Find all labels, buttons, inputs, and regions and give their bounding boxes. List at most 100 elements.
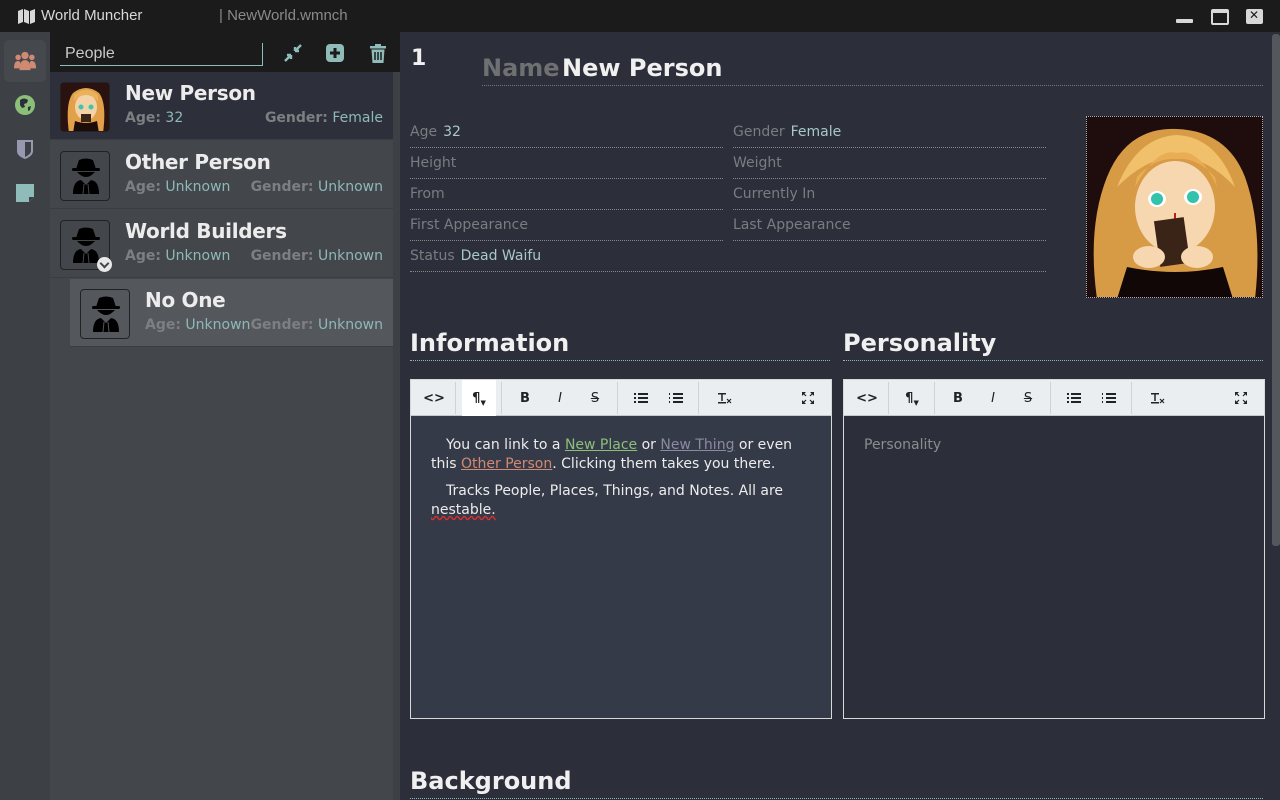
fullscreen-icon <box>1235 392 1247 404</box>
information-heading: Information <box>410 329 830 361</box>
rail-item-people[interactable] <box>4 40 46 82</box>
item-name: Other Person <box>125 150 271 174</box>
spy-icon <box>60 151 110 201</box>
globe-icon <box>15 95 35 115</box>
list-header <box>50 32 400 72</box>
numbered-list-icon <box>1102 393 1116 403</box>
main-scrollbar-thumb[interactable] <box>1272 34 1280 546</box>
gender-field[interactable]: Gender Female <box>733 124 1046 148</box>
clear-format-icon <box>1151 393 1165 404</box>
bulleted-list-icon <box>1067 393 1081 403</box>
fullscreen-button[interactable] <box>1224 380 1258 416</box>
detail-panel: 1 Name New Person Age 32 Gender Female Hei… <box>400 32 1280 800</box>
item-age: Age: Unknown <box>125 248 231 264</box>
expand-chevron-icon[interactable] <box>97 257 112 272</box>
bold-button[interactable]: B <box>941 380 975 416</box>
numbered-list-icon <box>669 393 683 403</box>
item-gender: Gender: Unknown <box>250 248 383 264</box>
collapse-icon <box>284 44 302 62</box>
item-gender: Gender: Unknown <box>250 179 383 195</box>
list-item[interactable]: New Person Age: 32 Gender: Female <box>50 72 393 140</box>
list-item[interactable]: Other Person Age: Unknown Gender: Unknow… <box>50 141 393 209</box>
delete-button[interactable] <box>367 42 389 64</box>
shield-icon <box>17 140 33 159</box>
list-item-child[interactable]: No One Age: Unknown Gender: Unknown <box>70 279 393 347</box>
code-view-button[interactable]: <> <box>417 380 451 416</box>
app-title: World Muncher <box>41 7 143 24</box>
last-appearance-field[interactable]: Last Appearance <box>733 217 1046 241</box>
item-gender: Gender: Female <box>264 110 383 126</box>
currently-in-field[interactable]: Currently In <box>733 186 1046 210</box>
portrait-image[interactable] <box>1086 116 1263 298</box>
list-scrollbar[interactable] <box>393 72 400 800</box>
first-appearance-field[interactable]: First Appearance <box>410 217 723 241</box>
link-other-person[interactable]: Other Person <box>461 456 552 472</box>
portrait-avatar <box>60 82 110 132</box>
rail-item-notes[interactable] <box>4 172 46 214</box>
add-button[interactable] <box>324 42 346 64</box>
height-field[interactable]: Height <box>410 155 723 179</box>
item-name: No One <box>145 288 226 312</box>
name-label: Name <box>482 54 560 82</box>
age-field[interactable]: Age 32 <box>410 124 723 148</box>
personality-placeholder: Personality <box>864 437 942 453</box>
maximize-button[interactable] <box>1211 8 1229 25</box>
bulleted-list-button[interactable] <box>1057 380 1091 416</box>
item-name: World Builders <box>125 219 287 243</box>
personality-editor: <> ¶ ▼ B I S Personality <box>843 379 1265 719</box>
add-icon <box>326 44 344 62</box>
information-editor: <> ¶▼ B I S You can link to a New Place <box>410 379 832 719</box>
code-view-button[interactable]: <> <box>850 380 884 416</box>
people-list-panel: New Person Age: 32 Gender: Female Other … <box>50 32 400 800</box>
italic-button[interactable]: I <box>543 380 577 416</box>
link-new-place[interactable]: New Place <box>565 437 637 453</box>
category-rail <box>0 32 50 800</box>
information-text[interactable]: You can link to a New Place or New Thing… <box>411 416 831 718</box>
personality-text[interactable]: Personality <box>844 416 1264 718</box>
paragraph-format-button[interactable]: ¶ ▼ <box>895 380 929 416</box>
title-bar: World Muncher | NewWorld.wmnch <box>0 0 1280 32</box>
editor-toolbar: <> ¶ ▼ B I S <box>411 380 831 416</box>
trash-icon <box>370 44 386 63</box>
minimize-button[interactable] <box>1176 8 1194 24</box>
link-new-thing[interactable]: New Thing <box>660 437 734 453</box>
bulleted-list-button[interactable] <box>624 380 658 416</box>
list-item[interactable]: World Builders Age: Unknown Gender: Unkn… <box>50 210 393 278</box>
file-title: | NewWorld.wmnch <box>219 7 348 24</box>
item-age: Age: 32 <box>125 110 184 126</box>
name-field[interactable]: Name New Person <box>482 54 1263 86</box>
collapse-button[interactable] <box>282 42 304 64</box>
bulleted-list-icon <box>634 393 648 403</box>
status-field[interactable]: Status Dead Waifu <box>410 248 1046 272</box>
spy-icon <box>80 289 130 339</box>
item-gender: Gender: Unknown <box>250 317 383 333</box>
strikethrough-button[interactable]: S <box>1011 380 1045 416</box>
rail-item-places[interactable] <box>4 84 46 126</box>
clear-format-button[interactable] <box>708 380 742 416</box>
map-icon <box>18 9 35 24</box>
category-search-input[interactable] <box>60 43 263 66</box>
bold-button[interactable]: B <box>508 380 542 416</box>
name-value[interactable]: New Person <box>562 54 722 82</box>
personality-heading: Personality <box>843 329 1263 361</box>
weight-field[interactable]: Weight <box>733 155 1046 179</box>
note-icon <box>16 184 34 202</box>
italic-button[interactable]: I <box>976 380 1010 416</box>
fullscreen-icon <box>802 392 814 404</box>
fullscreen-button[interactable] <box>791 380 825 416</box>
clear-format-button[interactable] <box>1141 380 1175 416</box>
paragraph-format-button[interactable]: ¶ ▼ <box>462 380 496 416</box>
clear-format-icon <box>718 393 732 404</box>
close-button[interactable] <box>1246 8 1263 24</box>
numbered-list-button[interactable] <box>659 380 693 416</box>
record-id: 1 <box>411 46 427 71</box>
rail-item-things[interactable] <box>4 128 46 170</box>
people-icon <box>14 51 36 71</box>
editor-toolbar: <> ¶ ▼ B I S <box>844 380 1264 416</box>
strikethrough-button[interactable]: S <box>578 380 612 416</box>
background-heading: Background <box>410 767 1263 799</box>
from-field[interactable]: From <box>410 186 723 210</box>
main-scrollbar[interactable] <box>1272 32 1280 800</box>
item-age: Age: Unknown <box>145 317 251 333</box>
numbered-list-button[interactable] <box>1092 380 1126 416</box>
